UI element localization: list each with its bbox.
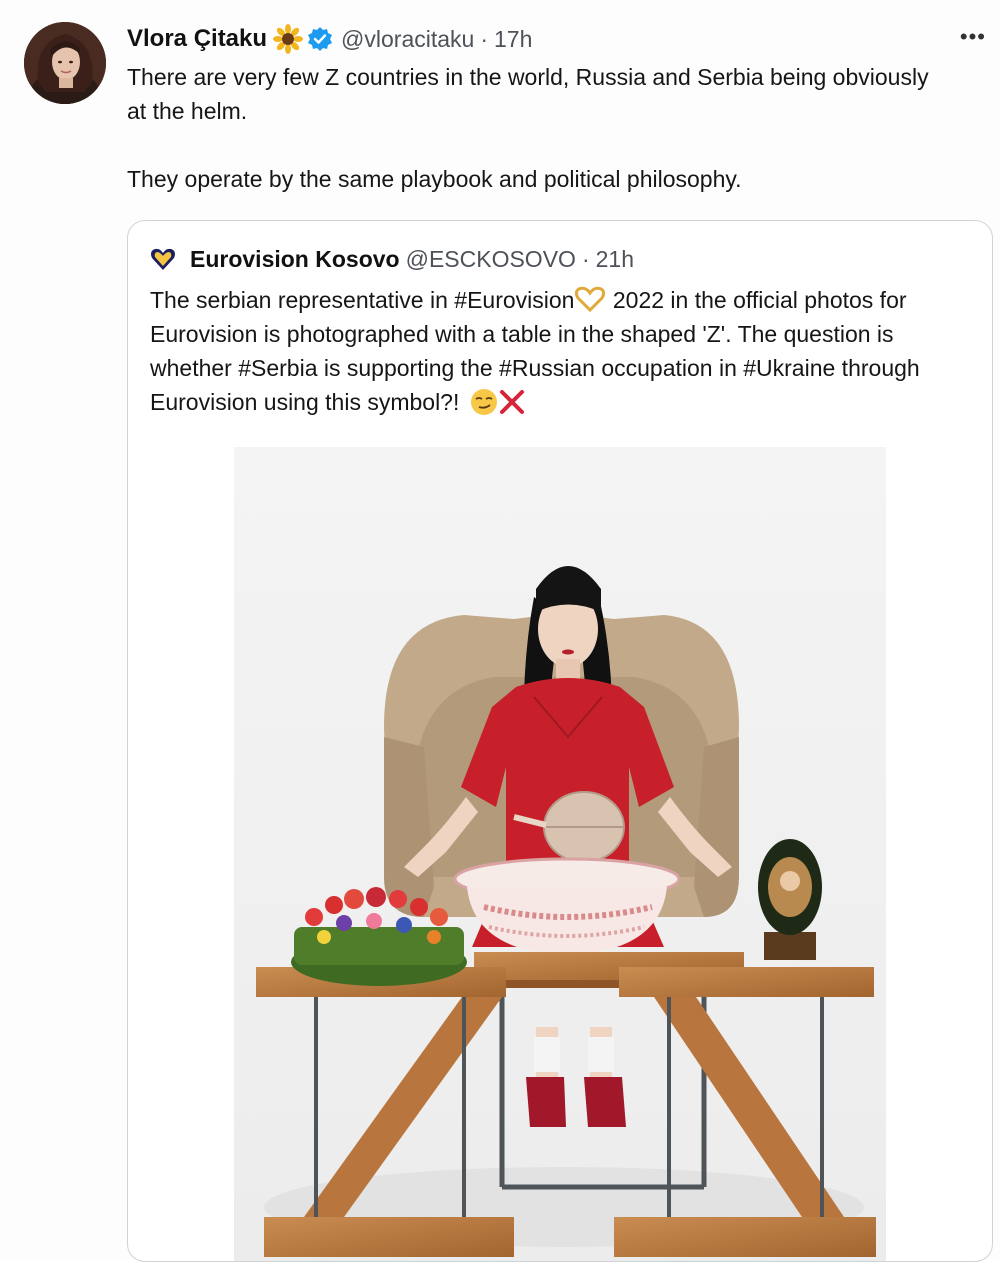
tweet-text-paragraph-1: There are very few Z countries in the wo… bbox=[127, 64, 929, 124]
smirk-emoji-icon bbox=[470, 388, 498, 416]
author-avatar[interactable] bbox=[24, 22, 106, 104]
quoted-separator-dot: · bbox=[581, 245, 590, 272]
cross-mark-icon bbox=[498, 388, 526, 416]
quoted-author-handle[interactable]: @ESCKOSOVO bbox=[406, 246, 576, 273]
author-handle[interactable]: @vloracitaku bbox=[341, 26, 474, 53]
separator-dot: · bbox=[480, 25, 489, 52]
verified-badge-icon bbox=[307, 26, 333, 52]
tweet-timestamp[interactable]: 17h bbox=[494, 26, 532, 53]
quoted-text-part-1: The serbian representative in #Eurovisio… bbox=[150, 287, 575, 313]
tweet-header: Vlora Çitaku @vloracitaku · 17h bbox=[127, 22, 532, 56]
quoted-tweet-header: Eurovision Kosovo @ESCKOSOVO · 21h bbox=[150, 243, 634, 275]
quoted-tweet-body: The serbian representative in #Eurovisio… bbox=[150, 283, 980, 419]
quoted-tweet-card[interactable]: Eurovision Kosovo @ESCKOSOVO · 21h The s… bbox=[127, 220, 993, 1262]
eurovision-heart-logo-icon bbox=[150, 246, 176, 272]
tweet-body: There are very few Z countries in the wo… bbox=[127, 60, 947, 196]
author-name[interactable]: Vlora Çitaku bbox=[127, 25, 267, 53]
more-options-icon[interactable]: ••• bbox=[960, 24, 986, 50]
quoted-timestamp[interactable]: 21h bbox=[596, 246, 634, 273]
heart-emoji-icon bbox=[574, 286, 606, 313]
sunflower-icon bbox=[273, 24, 304, 54]
quoted-author-name[interactable]: Eurovision Kosovo bbox=[190, 246, 400, 273]
tweet-text-paragraph-2: They operate by the same playbook and po… bbox=[127, 166, 742, 192]
quoted-tweet-photo[interactable] bbox=[234, 447, 886, 1261]
